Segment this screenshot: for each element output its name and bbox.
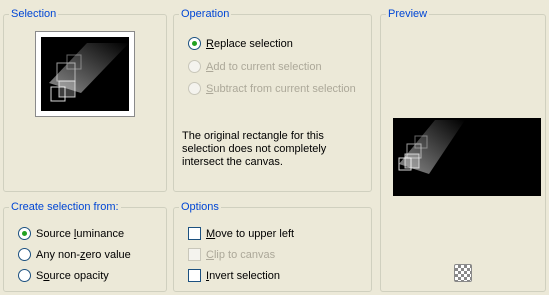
add-to-selection-label: Add to current selection [206,60,322,73]
options-group-title: Options [179,200,221,214]
source-luminance-radio[interactable]: Source luminance [18,227,124,240]
invert-selection-label: Invert selection [206,269,280,282]
selection-group-title: Selection [9,7,59,21]
any-non-zero-value-radio-button[interactable] [18,248,31,261]
selection-thumbnail [35,31,135,117]
selection-thumbnail-image [49,43,129,102]
invert-selection-checkbox[interactable]: Invert selection [188,269,280,282]
invert-selection-check[interactable] [188,269,201,282]
preview-image [393,118,541,196]
operation-group-title: Operation [179,7,232,21]
add-to-selection-radio-button[interactable] [188,60,201,73]
replace-selection-label: Replace selection [206,37,293,50]
move-to-upper-left-checkbox[interactable]: Move to upper left [188,227,294,240]
create-selection-from-title: Create selection from: [9,200,121,214]
subtract-from-selection-radio[interactable]: Subtract from current selection [188,82,356,95]
replace-selection-radio[interactable]: Replace selection [188,37,293,50]
clip-to-canvas-checkbox[interactable]: Clip to canvas [188,248,275,261]
source-opacity-label: Source opacity [36,269,109,282]
any-non-zero-value-radio[interactable]: Any non-zero value [18,248,131,261]
source-opacity-radio[interactable]: Source opacity [18,269,109,282]
preview-group-title: Preview [386,7,430,21]
subtract-from-selection-radio-button[interactable] [188,82,201,95]
subtract-from-selection-label: Subtract from current selection [206,82,356,95]
checkerboard-icon[interactable] [454,264,472,282]
move-to-upper-left-check[interactable] [188,227,201,240]
move-to-upper-left-label: Move to upper left [206,227,295,240]
any-non-zero-value-label: Any non-zero value [36,248,131,261]
clip-to-canvas-label: Clip to canvas [206,248,276,261]
clip-to-canvas-check[interactable] [188,248,201,261]
selection-warning-message: The original rectangle for this selectio… [182,130,327,168]
add-to-selection-radio[interactable]: Add to current selection [188,60,322,73]
source-luminance-label: Source luminance [36,227,125,240]
source-opacity-radio-button[interactable] [18,269,31,282]
preview-image-graphic [398,120,465,174]
replace-selection-radio-button[interactable] [188,37,201,50]
source-luminance-radio-button[interactable] [18,227,31,240]
